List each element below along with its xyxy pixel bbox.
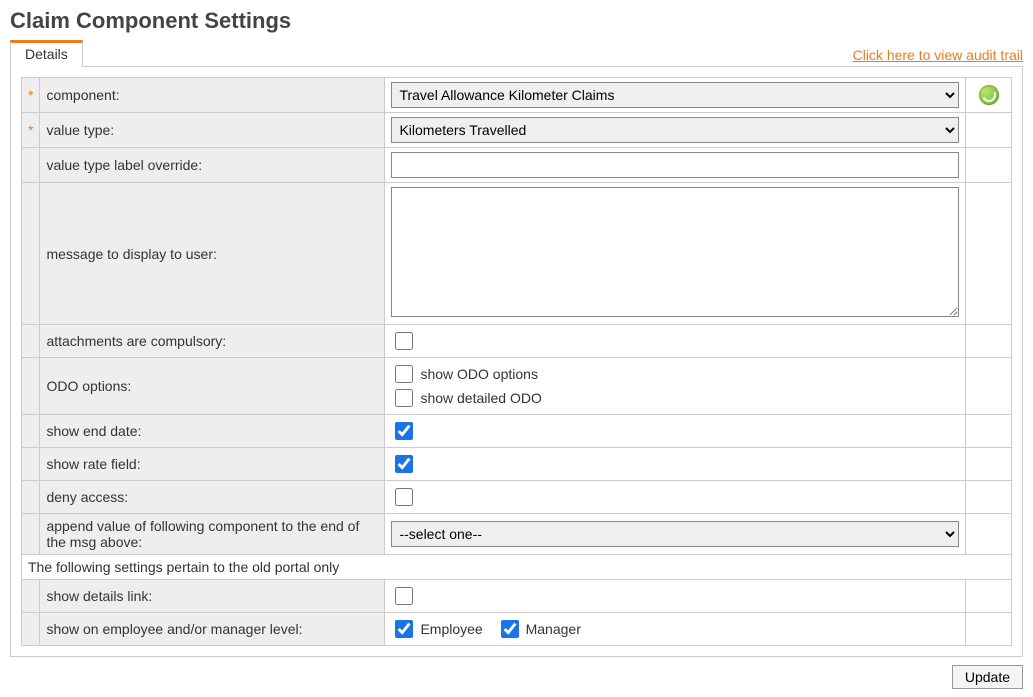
required-marker: * — [22, 113, 40, 148]
tabs: Details — [10, 40, 83, 67]
refresh-icon[interactable] — [979, 85, 999, 105]
value-type-label: value type: — [40, 113, 385, 148]
update-button[interactable]: Update — [952, 665, 1023, 689]
employee-level-checkbox[interactable] — [395, 620, 413, 638]
old-portal-note: The following settings pertain to the ol… — [22, 555, 1012, 580]
deny-access-label: deny access: — [40, 481, 385, 514]
show-detailed-odo-checkbox[interactable] — [395, 389, 413, 407]
show-on-level-label: show on employee and/or manager level: — [40, 613, 385, 646]
show-details-link-checkbox[interactable] — [395, 587, 413, 605]
attachments-compulsory-label: attachments are compulsory: — [40, 325, 385, 358]
tab-details[interactable]: Details — [10, 40, 83, 67]
show-odo-options-text: show ODO options — [420, 362, 538, 386]
details-panel: * component: Travel Allowance Kilometer … — [10, 66, 1023, 657]
deny-access-checkbox[interactable] — [395, 488, 413, 506]
show-rate-field-label: show rate field: — [40, 448, 385, 481]
value-type-override-input[interactable] — [391, 152, 959, 178]
component-label: component: — [40, 78, 385, 113]
value-type-select[interactable]: Kilometers Travelled — [391, 117, 959, 143]
value-type-override-label: value type label override: — [40, 148, 385, 183]
required-marker: * — [22, 78, 40, 113]
show-detailed-odo-text: show detailed ODO — [420, 386, 541, 410]
message-textarea[interactable] — [391, 187, 959, 317]
show-odo-options-checkbox[interactable] — [395, 365, 413, 383]
manager-level-text: Manager — [526, 621, 581, 637]
show-end-date-label: show end date: — [40, 415, 385, 448]
message-label: message to display to user: — [40, 183, 385, 325]
show-details-link-label: show details link: — [40, 580, 385, 613]
odo-options-label: ODO options: — [40, 358, 385, 415]
manager-level-checkbox[interactable] — [501, 620, 519, 638]
employee-level-text: Employee — [420, 621, 482, 637]
append-component-label: append value of following component to t… — [40, 514, 385, 555]
page-title: Claim Component Settings — [10, 8, 1023, 34]
show-rate-field-checkbox[interactable] — [395, 455, 413, 473]
attachments-compulsory-checkbox[interactable] — [395, 332, 413, 350]
component-select[interactable]: Travel Allowance Kilometer Claims — [391, 82, 959, 108]
append-component-select[interactable]: --select one-- — [391, 521, 959, 547]
show-end-date-checkbox[interactable] — [395, 422, 413, 440]
audit-trail-link[interactable]: Click here to view audit trail — [853, 47, 1023, 63]
